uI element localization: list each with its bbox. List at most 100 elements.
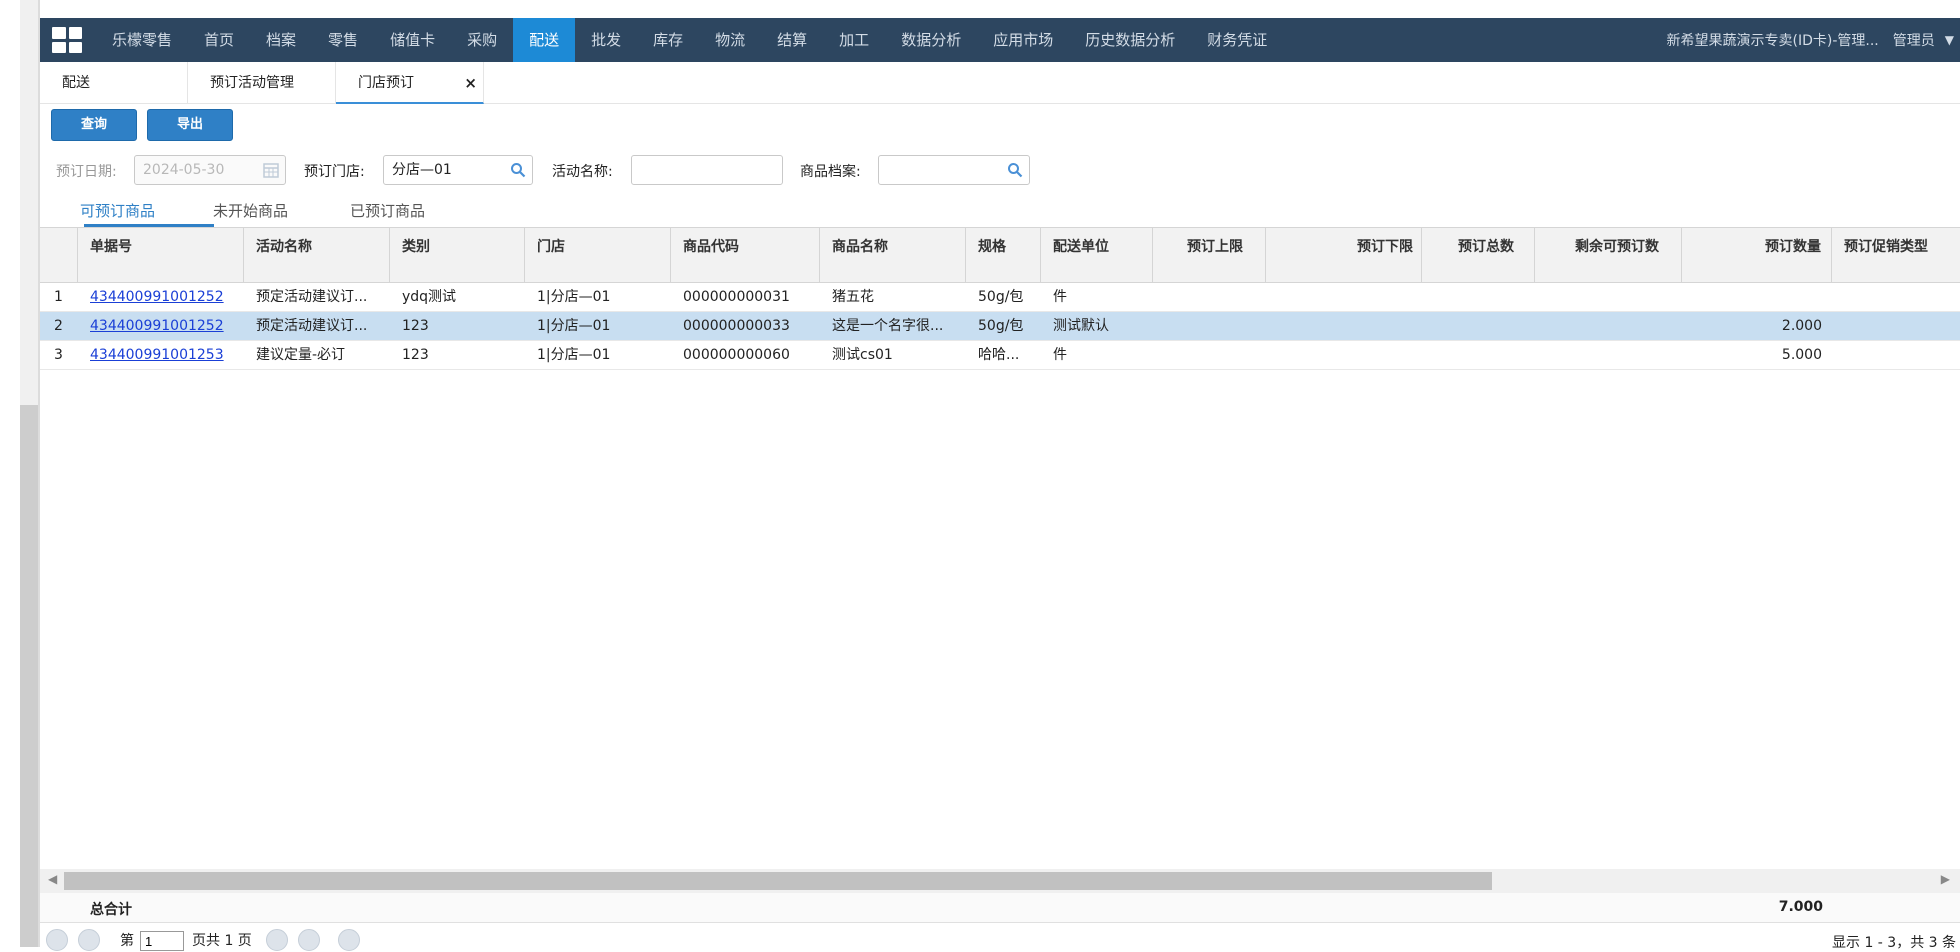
product-label: 商品档案: [800, 164, 861, 180]
activity-field[interactable] [631, 155, 783, 185]
doc-link[interactable]: 434400991001252 [90, 312, 240, 340]
header-index [40, 228, 78, 283]
calendar-icon[interactable] [263, 162, 279, 178]
header-store[interactable]: 门店 [525, 228, 671, 283]
vertical-scrollbar-thumb[interactable] [20, 405, 38, 947]
table-header: 单据号 活动名称 类别 门店 商品代码 商品名称 规格 配送单位 预订上限 预订… [40, 228, 1960, 283]
unit-cell: 测试默认 [1053, 318, 1109, 334]
store-value: 分店—01 [392, 162, 452, 178]
nav-item-logistics[interactable]: 物流 [699, 18, 761, 62]
tab-label: 门店预订 [358, 75, 414, 91]
nav-item-finance-voucher[interactable]: 财务凭证 [1191, 18, 1283, 62]
tab-reservation-activity[interactable]: 预订活动管理 [188, 62, 336, 104]
export-button[interactable]: 导出 [147, 109, 233, 141]
subtab-reserved[interactable]: 已预订商品 [350, 200, 425, 221]
name-cell: 猪五花 [832, 289, 874, 305]
header-promo-type[interactable]: 预订促销类型 [1832, 228, 1960, 283]
scroll-left-icon[interactable]: ◀ [48, 872, 57, 886]
nav-item-history-analysis[interactable]: 历史数据分析 [1069, 18, 1191, 62]
nav-item-app-market[interactable]: 应用市场 [977, 18, 1069, 62]
store-cell: 1|分店—01 [537, 318, 611, 334]
nav-item-archive[interactable]: 档案 [250, 18, 312, 62]
table-body: 1 434400991001252 预定活动建议订... ydq测试 1|分店—… [40, 283, 1960, 370]
table-row[interactable]: 1 434400991001252 预定活动建议订... ydq测试 1|分店—… [40, 283, 1960, 312]
prev-page-icon[interactable] [78, 929, 100, 951]
qty-cell: 2.000 [1781, 318, 1822, 334]
tab-store-reservation[interactable]: 门店预订 × [336, 62, 484, 104]
date-value: 2024-05-30 [143, 162, 225, 178]
filter-bar: 预订日期: 2024-05-30 预订门店: 分店—01 活动名称: 商品档案: [56, 155, 1056, 185]
nav-item-distribution[interactable]: 配送 [513, 18, 576, 62]
unit-cell: 件 [1053, 289, 1067, 305]
store-field[interactable]: 分店—01 [383, 155, 533, 185]
subtab-underline [84, 224, 214, 227]
horizontal-scrollbar[interactable]: ◀ ▶ [40, 869, 1960, 893]
refresh-icon[interactable] [338, 929, 360, 951]
totals-row: 总合计 7.000 [40, 893, 1960, 923]
table-row[interactable]: 3 434400991001253 建议定量-必订 123 1|分店—01 00… [40, 341, 1960, 370]
horizontal-scrollbar-thumb[interactable] [64, 872, 1492, 890]
nav-item-wholesale[interactable]: 批发 [575, 18, 637, 62]
header-spec[interactable]: 规格 [966, 228, 1041, 283]
next-page-icon[interactable] [266, 929, 288, 951]
nav-item-retail[interactable]: 零售 [312, 18, 374, 62]
close-icon[interactable]: × [464, 62, 477, 104]
nav-item-purchase[interactable]: 采购 [451, 18, 513, 62]
header-category[interactable]: 类别 [390, 228, 525, 283]
grid-logo-icon[interactable] [52, 27, 82, 53]
chevron-down-icon[interactable]: ▼ [1945, 33, 1954, 47]
header-remaining[interactable]: 剩余可预订数 [1535, 228, 1682, 283]
activity-cell: 建议定量-必订 [256, 347, 346, 363]
pagination: 第 页共 1 页 显示 1 - 3，共 3 条 [40, 925, 1960, 951]
doc-link[interactable]: 434400991001253 [90, 341, 240, 369]
nav-item-settlement[interactable]: 结算 [761, 18, 823, 62]
activity-cell: 预定活动建议订... [256, 289, 368, 305]
spec-cell: 哈哈... [978, 347, 1020, 363]
store-cell: 1|分店—01 [537, 347, 611, 363]
scroll-right-icon[interactable]: ▶ [1941, 872, 1950, 886]
nav-item-brand[interactable]: 乐檬零售 [96, 18, 188, 62]
product-field[interactable] [878, 155, 1030, 185]
search-icon[interactable] [1007, 162, 1023, 178]
code-cell: 000000000060 [683, 347, 790, 363]
header-doc-no[interactable]: 单据号 [78, 228, 244, 283]
name-cell: 测试cs01 [832, 347, 893, 363]
qty-cell: 5.000 [1781, 347, 1822, 363]
left-divider [38, 0, 40, 947]
query-button[interactable]: 查询 [51, 109, 137, 141]
activity-label: 活动名称: [552, 164, 613, 180]
header-product-name[interactable]: 商品名称 [820, 228, 966, 283]
subtab-not-started[interactable]: 未开始商品 [213, 200, 288, 221]
category-cell: 123 [402, 318, 429, 334]
tab-distribution[interactable]: 配送 [40, 62, 188, 104]
first-page-icon[interactable] [46, 929, 68, 951]
store-label: 预订门店: [304, 164, 365, 180]
tab-label: 预订活动管理 [210, 75, 294, 91]
nav-item-inventory[interactable]: 库存 [637, 18, 699, 62]
header-unit[interactable]: 配送单位 [1041, 228, 1153, 283]
header-activity[interactable]: 活动名称 [244, 228, 390, 283]
date-field[interactable]: 2024-05-30 [134, 155, 286, 185]
search-icon[interactable] [510, 162, 526, 178]
last-page-icon[interactable] [298, 929, 320, 951]
nav-item-data-analysis[interactable]: 数据分析 [885, 18, 977, 62]
totals-qty: 7.000 [1778, 899, 1823, 915]
header-product-code[interactable]: 商品代码 [671, 228, 820, 283]
pager-summary: 显示 1 - 3，共 3 条 [1832, 935, 1957, 951]
nav-item-processing[interactable]: 加工 [823, 18, 885, 62]
page-number-input[interactable] [140, 931, 184, 951]
nav-item-home[interactable]: 首页 [188, 18, 250, 62]
nav-item-stored-value-card[interactable]: 储值卡 [374, 18, 451, 62]
table-row[interactable]: 2 434400991001252 预定活动建议订... 123 1|分店—01… [40, 312, 1960, 341]
user-name[interactable]: 管理员 [1893, 30, 1935, 50]
totals-label: 总合计 [90, 902, 132, 918]
company-name[interactable]: 新希望果蔬演示专卖(ID卡)-管理... [1667, 30, 1879, 50]
header-lower-limit[interactable]: 预订下限 [1266, 228, 1422, 283]
name-cell: 这是一个名字很... [832, 318, 944, 334]
activity-cell: 预定活动建议订... [256, 318, 368, 334]
header-upper-limit[interactable]: 预订上限 [1153, 228, 1266, 283]
subtab-available[interactable]: 可预订商品 [80, 200, 155, 221]
header-total[interactable]: 预订总数 [1422, 228, 1535, 283]
header-qty[interactable]: 预订数量 [1682, 228, 1832, 283]
doc-link[interactable]: 434400991001252 [90, 283, 240, 311]
